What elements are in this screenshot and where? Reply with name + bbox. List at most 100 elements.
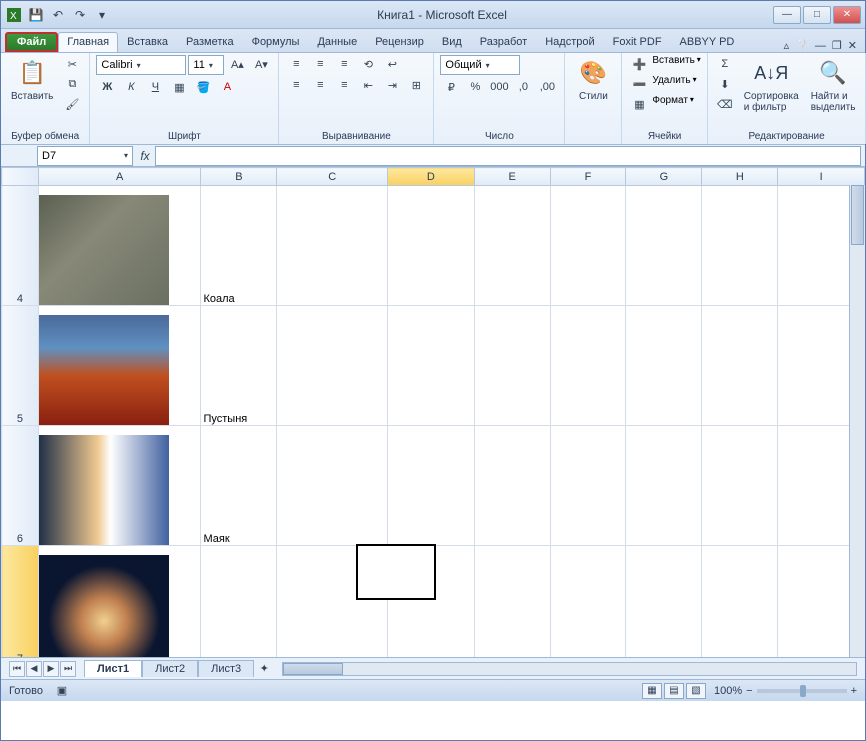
cell-G5[interactable] — [626, 306, 702, 426]
number-format-combo[interactable]: Общий▾ — [440, 55, 520, 75]
clear-icon[interactable]: ⌫ — [714, 95, 736, 113]
workbook-restore-icon[interactable]: ❐ — [832, 39, 842, 52]
zoom-out-button[interactable]: − — [746, 685, 752, 697]
tab-разметка[interactable]: Разметка — [177, 32, 243, 52]
paste-button[interactable]: 📋 Вставить — [7, 55, 57, 104]
sheet-nav-last-icon[interactable]: ⏭ — [60, 661, 76, 677]
tab-разработ[interactable]: Разработ — [471, 32, 536, 52]
page-break-view-icon[interactable]: ▧ — [686, 683, 706, 699]
select-all-corner[interactable] — [2, 168, 39, 186]
image-placeholder[interactable] — [39, 195, 169, 305]
vertical-scrollbar[interactable] — [849, 185, 865, 657]
currency-icon[interactable]: ₽ — [440, 78, 462, 96]
cell-E7[interactable] — [474, 546, 550, 658]
tab-foxit pdf[interactable]: Foxit PDF — [604, 32, 671, 52]
cell-G6[interactable] — [626, 426, 702, 546]
tab-рецензир[interactable]: Рецензир — [366, 32, 433, 52]
row-header-5[interactable]: 5 — [2, 306, 39, 426]
workbook-close-icon[interactable]: ✕ — [848, 39, 857, 52]
tab-формулы[interactable]: Формулы — [243, 32, 309, 52]
image-placeholder[interactable] — [39, 435, 169, 545]
cell-H4[interactable] — [702, 186, 778, 306]
cell-B6[interactable]: Маяк — [201, 426, 277, 546]
cell-D6[interactable] — [387, 426, 474, 546]
cell-D4[interactable] — [387, 186, 474, 306]
increase-font-icon[interactable]: A▴ — [226, 55, 248, 73]
decrease-indent-icon[interactable]: ⇤ — [357, 76, 379, 94]
horizontal-scrollbar[interactable] — [282, 662, 857, 676]
minimize-ribbon-icon[interactable]: ▵ — [784, 39, 790, 52]
align-bottom-icon[interactable]: ≡ — [333, 55, 355, 73]
cell-B5[interactable]: Пустыня — [201, 306, 277, 426]
orientation-icon[interactable]: ⟲ — [357, 55, 379, 73]
col-header-I[interactable]: I — [778, 168, 865, 186]
workbook-minimize-icon[interactable]: — — [815, 40, 826, 52]
font-family-combo[interactable]: Calibri▾ — [96, 55, 186, 75]
excel-icon[interactable]: X — [5, 6, 23, 24]
zoom-slider[interactable] — [757, 689, 847, 693]
formula-input[interactable] — [155, 146, 861, 166]
cell-D5[interactable] — [387, 306, 474, 426]
col-header-A[interactable]: A — [38, 168, 201, 186]
sheet-nav-next-icon[interactable]: ▶ — [43, 661, 59, 677]
col-header-H[interactable]: H — [702, 168, 778, 186]
col-header-B[interactable]: B — [201, 168, 277, 186]
cell-D7[interactable] — [387, 546, 474, 658]
cell-F6[interactable] — [550, 426, 626, 546]
normal-view-icon[interactable]: ▦ — [642, 683, 662, 699]
format-painter-icon[interactable]: 🖌 — [61, 95, 83, 113]
zoom-in-button[interactable]: + — [851, 685, 857, 697]
copy-icon[interactable]: ⧉ — [61, 75, 83, 93]
cell-H7[interactable] — [702, 546, 778, 658]
insert-cells-icon[interactable]: ➕ — [628, 55, 650, 73]
tab-главная[interactable]: Главная — [58, 32, 118, 52]
comma-icon[interactable]: 000 — [488, 78, 510, 96]
cell-E6[interactable] — [474, 426, 550, 546]
delete-cells-icon[interactable]: ➖ — [628, 75, 650, 93]
cell-C5[interactable] — [277, 306, 388, 426]
minimize-button[interactable]: — — [773, 6, 801, 24]
font-size-combo[interactable]: 11▾ — [188, 55, 224, 75]
cell-E5[interactable] — [474, 306, 550, 426]
tab-вставка[interactable]: Вставка — [118, 32, 177, 52]
col-header-D[interactable]: D — [387, 168, 474, 186]
decrease-font-icon[interactable]: A▾ — [250, 55, 272, 73]
align-center-icon[interactable]: ≡ — [309, 76, 331, 94]
merge-center-icon[interactable]: ⊞ — [405, 76, 427, 94]
tab-надстрой[interactable]: Надстрой — [536, 32, 603, 52]
row-header-7[interactable]: 7 — [2, 546, 39, 658]
page-layout-view-icon[interactable]: ▤ — [664, 683, 684, 699]
underline-button[interactable]: Ч — [144, 78, 166, 96]
cell-C4[interactable] — [277, 186, 388, 306]
name-box[interactable]: D7▾ — [37, 146, 133, 166]
cell-C6[interactable] — [277, 426, 388, 546]
percent-icon[interactable]: % — [464, 78, 486, 96]
sheet-tab-Лист1[interactable]: Лист1 — [84, 660, 142, 677]
undo-icon[interactable]: ↶ — [49, 6, 67, 24]
cell-A7[interactable] — [38, 546, 201, 658]
find-select-button[interactable]: 🔍 Найти и выделить — [807, 55, 860, 115]
align-right-icon[interactable]: ≡ — [333, 76, 355, 94]
align-middle-icon[interactable]: ≡ — [309, 55, 331, 73]
fill-icon[interactable]: ⬇ — [714, 75, 736, 93]
tab-вид[interactable]: Вид — [433, 32, 471, 52]
increase-decimal-icon[interactable]: ,0 — [512, 78, 534, 96]
zoom-level[interactable]: 100% — [714, 685, 742, 697]
cell-G4[interactable] — [626, 186, 702, 306]
decrease-decimal-icon[interactable]: ,00 — [536, 78, 558, 96]
italic-button[interactable]: К — [120, 78, 142, 96]
font-color-button[interactable]: A — [216, 78, 238, 96]
bold-button[interactable]: Ж — [96, 78, 118, 96]
align-left-icon[interactable]: ≡ — [285, 76, 307, 94]
cell-H6[interactable] — [702, 426, 778, 546]
cell-F7[interactable] — [550, 546, 626, 658]
cell-B7[interactable] — [201, 546, 277, 658]
grid-area[interactable]: ABCDEFGHI4Коала5Пустыня6Маяк7 — [1, 167, 865, 657]
increase-indent-icon[interactable]: ⇥ — [381, 76, 403, 94]
maximize-button[interactable]: □ — [803, 6, 831, 24]
row-header-6[interactable]: 6 — [2, 426, 39, 546]
cell-G7[interactable] — [626, 546, 702, 658]
image-placeholder[interactable] — [39, 315, 169, 425]
styles-button[interactable]: 🎨 Стили — [571, 55, 615, 104]
qat-more-icon[interactable]: ▾ — [93, 6, 111, 24]
